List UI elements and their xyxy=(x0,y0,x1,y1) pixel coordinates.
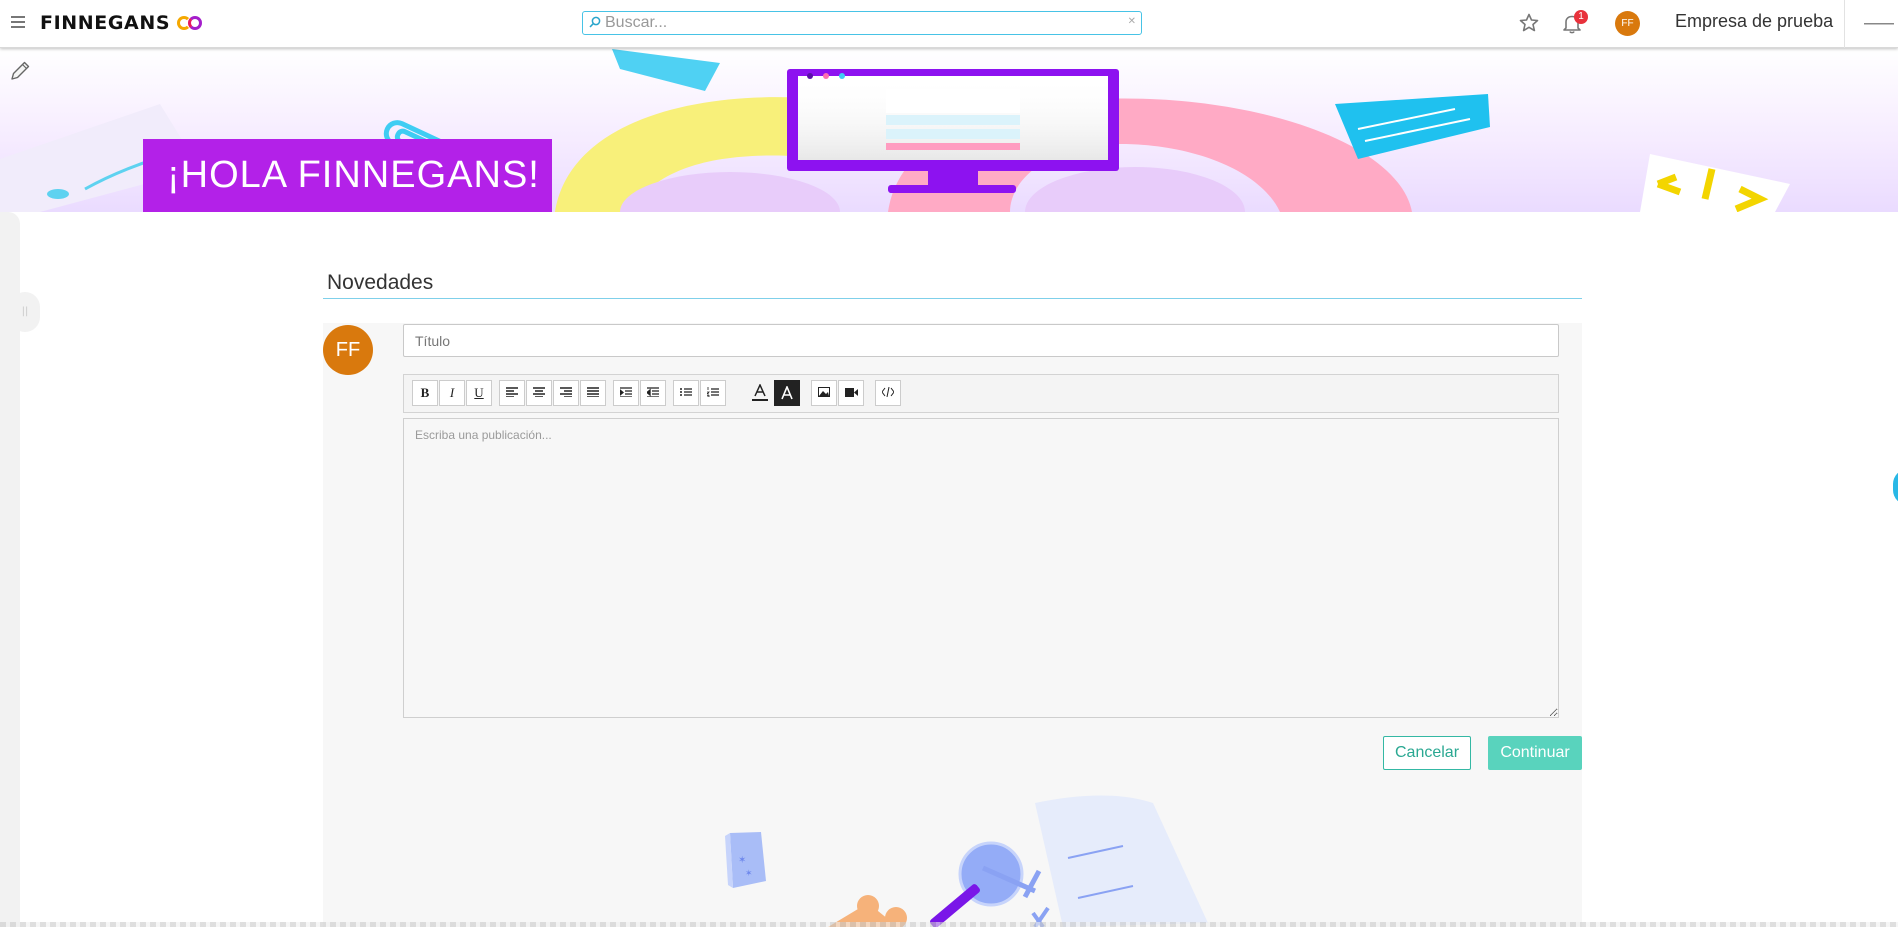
numbered-list-button[interactable] xyxy=(700,380,726,406)
insert-video-button[interactable] xyxy=(838,380,864,406)
highlight-color-icon xyxy=(781,384,793,400)
align-justify-button[interactable] xyxy=(580,380,606,406)
top-bar: FINNEGANS ✕ 1 FF Empresa de prueba xyxy=(0,0,1898,48)
post-body-editor[interactable] xyxy=(403,418,1559,718)
italic-button[interactable]: I xyxy=(439,380,465,406)
insert-image-button[interactable] xyxy=(811,380,837,406)
text-color-button[interactable] xyxy=(747,380,773,406)
collapse-handle-icon[interactable]: || xyxy=(10,292,40,332)
post-title-input[interactable] xyxy=(403,324,1559,357)
edit-banner-pencil-icon[interactable] xyxy=(9,60,31,82)
outdent-icon xyxy=(645,387,659,398)
image-icon xyxy=(818,387,830,397)
align-right-button[interactable] xyxy=(553,380,579,406)
align-center-button[interactable] xyxy=(526,380,552,406)
underline-button[interactable]: U xyxy=(466,380,492,406)
section-title: Novedades xyxy=(327,271,434,294)
code-view-button[interactable] xyxy=(875,380,901,406)
align-justify-icon xyxy=(587,387,599,398)
bullet-list-button[interactable] xyxy=(673,380,699,406)
brand-co-mark-icon xyxy=(177,16,203,30)
align-left-icon xyxy=(506,387,518,398)
indent-icon xyxy=(619,387,632,398)
cancel-button[interactable]: Cancelar xyxy=(1383,736,1471,770)
numbered-list-icon xyxy=(706,387,719,398)
align-center-icon xyxy=(533,387,545,398)
highlight-color-button[interactable] xyxy=(774,380,800,406)
divider xyxy=(1844,0,1845,48)
svg-text:✶: ✶ xyxy=(738,855,746,866)
notification-badge: 1 xyxy=(1574,10,1588,24)
bullet-list-icon xyxy=(680,388,692,396)
section-divider xyxy=(323,298,1582,299)
clear-search-icon[interactable]: ✕ xyxy=(1128,16,1136,27)
user-avatar[interactable]: FF xyxy=(1615,11,1640,36)
brand-name: FINNEGANS xyxy=(40,12,171,34)
align-left-button[interactable] xyxy=(499,380,525,406)
help-chat-bubble-icon[interactable] xyxy=(1893,469,1898,505)
svg-text:✶: ✶ xyxy=(745,869,753,879)
bottom-edge xyxy=(0,922,1898,927)
favorites-star-icon[interactable] xyxy=(1517,11,1541,35)
company-logo-icon[interactable] xyxy=(1864,20,1894,28)
menu-icon[interactable] xyxy=(11,16,25,28)
outdent-button[interactable] xyxy=(640,380,666,406)
text-color-icon xyxy=(752,383,768,401)
search-icon xyxy=(589,16,601,28)
bold-button[interactable]: B xyxy=(412,380,438,406)
search-box[interactable]: ✕ xyxy=(582,11,1142,35)
editor-toolbar: B I U xyxy=(403,374,1559,413)
align-right-icon xyxy=(560,387,572,398)
continue-button[interactable]: Continuar xyxy=(1488,736,1582,770)
indent-button[interactable] xyxy=(613,380,639,406)
brand-logo[interactable]: FINNEGANS xyxy=(40,12,203,34)
code-icon xyxy=(881,386,895,398)
company-selector[interactable]: Empresa de prueba xyxy=(1675,11,1833,32)
author-avatar: FF xyxy=(323,325,373,375)
search-input[interactable] xyxy=(605,13,1125,33)
greeting-title: ¡HOLA FINNEGANS! xyxy=(143,139,552,212)
video-icon xyxy=(844,388,858,397)
